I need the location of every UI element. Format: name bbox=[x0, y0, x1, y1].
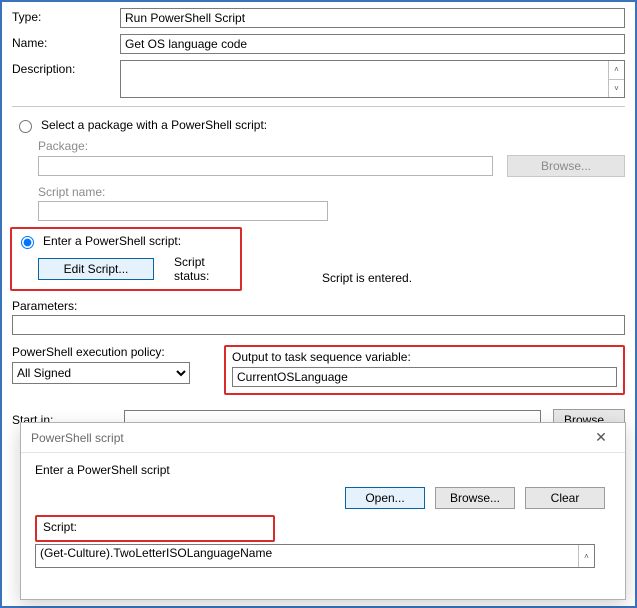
spin-up-icon[interactable]: ˄ bbox=[579, 545, 594, 567]
policy-select[interactable]: All Signed bbox=[12, 362, 190, 384]
description-wrap: ˄ ˅ bbox=[120, 60, 625, 98]
radio-enter-row: Enter a PowerShell script: bbox=[16, 233, 234, 249]
package-section: Package: Browse... Script name: bbox=[38, 139, 625, 221]
edit-status-row: Edit Script... Script status: bbox=[38, 255, 234, 283]
script-box: Script: bbox=[35, 515, 275, 542]
clear-button[interactable]: Clear bbox=[525, 487, 605, 509]
spin-up-icon[interactable]: ˄ bbox=[609, 61, 624, 79]
script-spinner: ˄ bbox=[578, 545, 594, 567]
radio-package-label: Select a package with a PowerShell scrip… bbox=[41, 118, 267, 132]
script-status-label: Script status: bbox=[174, 255, 234, 283]
open-button[interactable]: Open... bbox=[345, 487, 425, 509]
script-status-value: Script is entered. bbox=[322, 271, 522, 285]
radio-package[interactable] bbox=[19, 120, 32, 133]
radio-enter-label: Enter a PowerShell script: bbox=[43, 234, 181, 248]
scriptname-input bbox=[38, 201, 328, 221]
name-input[interactable] bbox=[120, 34, 625, 54]
policy-label: PowerShell execution policy: bbox=[12, 345, 202, 359]
scriptname-label: Script name: bbox=[38, 185, 625, 199]
package-input bbox=[38, 156, 493, 176]
policy-outvar-row: PowerShell execution policy: All Signed … bbox=[12, 345, 625, 395]
script-text-wrap: (Get-Culture).TwoLetterISOLanguageName ˄ bbox=[35, 544, 595, 568]
divider-1 bbox=[12, 106, 625, 107]
outvar-label: Output to task sequence variable: bbox=[232, 350, 617, 364]
dialog-prompt: Enter a PowerShell script bbox=[35, 463, 611, 477]
spin-down-icon[interactable]: ˅ bbox=[609, 79, 624, 98]
edit-script-button[interactable]: Edit Script... bbox=[38, 258, 154, 280]
name-row: Name: bbox=[12, 34, 625, 54]
parameters-input[interactable] bbox=[12, 315, 625, 335]
script-textarea[interactable]: (Get-Culture).TwoLetterISOLanguageName bbox=[36, 545, 578, 567]
dialog-button-row: Open... Browse... Clear bbox=[35, 487, 605, 509]
outvar-col: Output to task sequence variable: bbox=[224, 345, 625, 395]
type-input[interactable] bbox=[120, 8, 625, 28]
parameters-label: Parameters: bbox=[12, 299, 625, 313]
name-label: Name: bbox=[12, 34, 120, 50]
script-label: Script: bbox=[43, 520, 267, 534]
description-label: Description: bbox=[12, 60, 120, 76]
type-label: Type: bbox=[12, 8, 120, 24]
enter-script-block: Enter a PowerShell script: Edit Script..… bbox=[10, 227, 242, 291]
outvar-block: Output to task sequence variable: bbox=[224, 345, 625, 395]
outvar-input[interactable] bbox=[232, 367, 617, 387]
package-label: Package: bbox=[38, 139, 625, 153]
radio-enter[interactable] bbox=[21, 236, 34, 249]
close-icon[interactable]: ✕ bbox=[581, 424, 621, 452]
task-step-panel: Type: Name: Description: ˄ ˅ Select a pa… bbox=[0, 0, 637, 608]
description-textarea[interactable] bbox=[121, 61, 608, 97]
powershell-script-dialog: PowerShell script ✕ Enter a PowerShell s… bbox=[20, 422, 626, 600]
type-row: Type: bbox=[12, 8, 625, 28]
dialog-title: PowerShell script bbox=[31, 431, 581, 445]
policy-col: PowerShell execution policy: All Signed bbox=[12, 345, 202, 384]
radio-package-row: Select a package with a PowerShell scrip… bbox=[14, 117, 625, 133]
description-row: Description: ˄ ˅ bbox=[12, 60, 625, 98]
browse-package-button: Browse... bbox=[507, 155, 625, 177]
dialog-body: Enter a PowerShell script Open... Browse… bbox=[21, 453, 625, 599]
description-spinner: ˄ ˅ bbox=[608, 61, 624, 97]
parameters-section: Parameters: bbox=[12, 299, 625, 335]
package-input-row: Browse... bbox=[38, 155, 625, 177]
browse-script-button[interactable]: Browse... bbox=[435, 487, 515, 509]
dialog-titlebar: PowerShell script ✕ bbox=[21, 423, 625, 453]
